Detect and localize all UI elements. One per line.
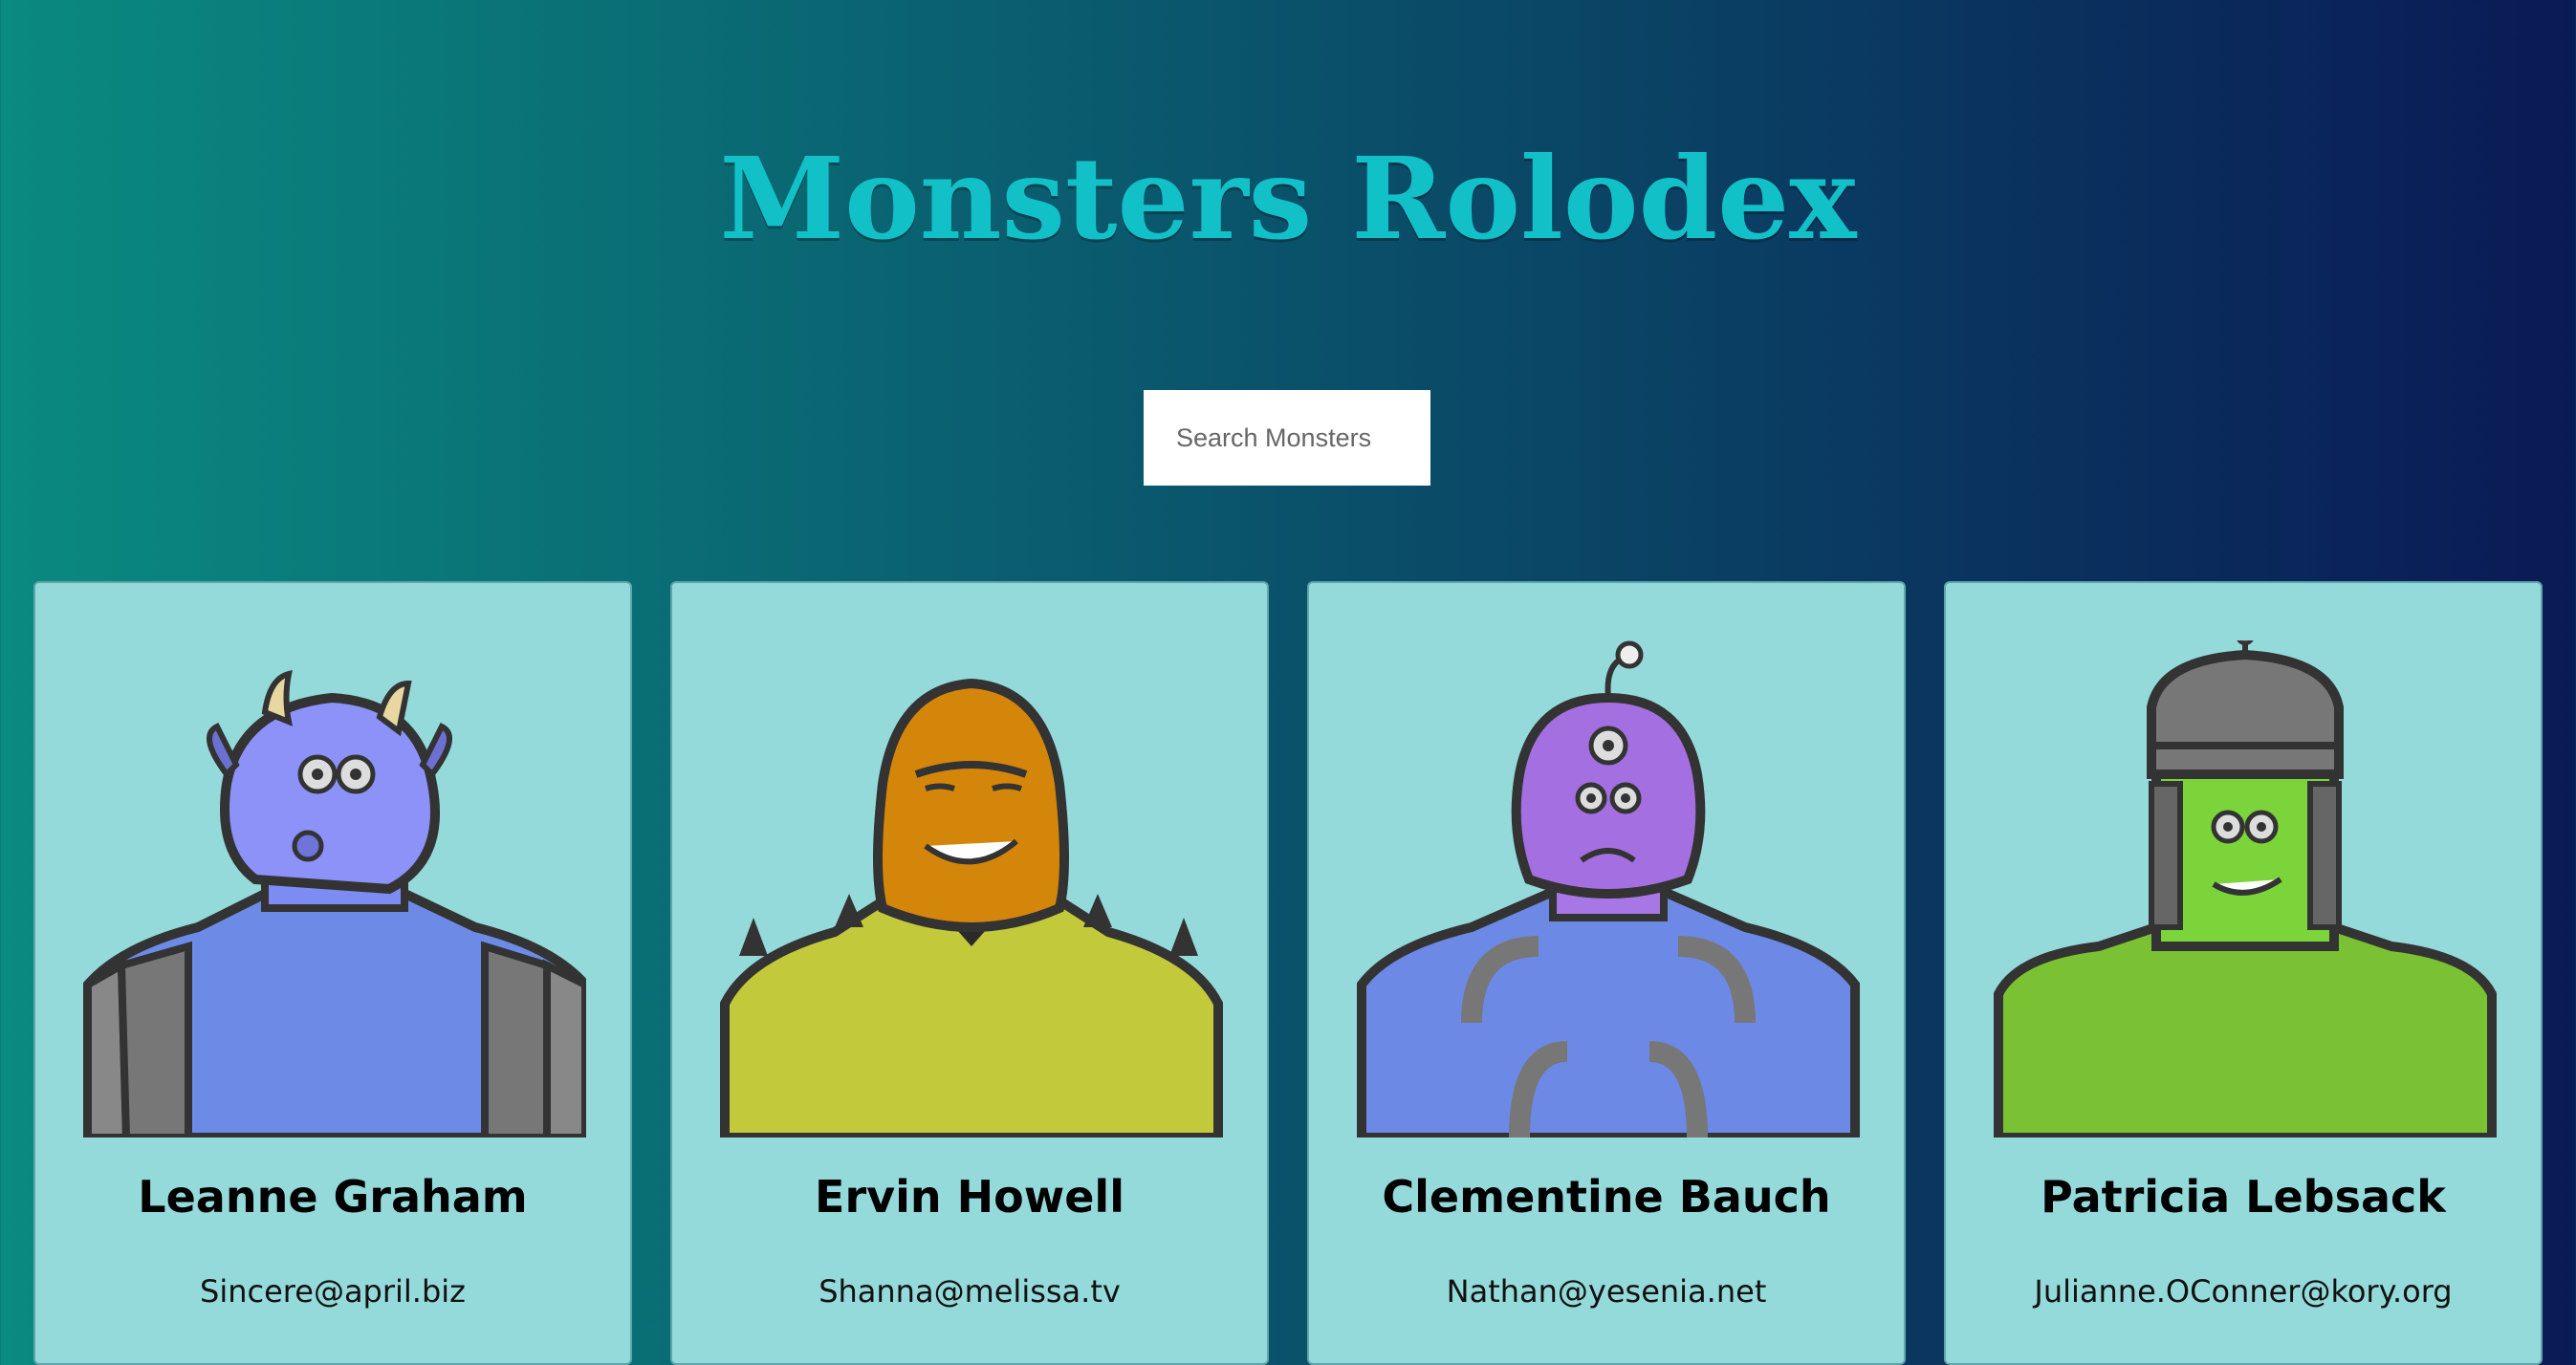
orange-spiky-monster-icon [720, 678, 1223, 1138]
horned-blue-monster-icon [83, 669, 586, 1138]
monster-card[interactable]: Ervin Howell Shanna@melissa.tv [670, 581, 1269, 1365]
monster-name: Leanne Graham [138, 1171, 528, 1223]
monster-name: Ervin Howell [815, 1171, 1124, 1223]
search-box [1144, 390, 1430, 486]
monster-name: Patricia Lebsack [2041, 1171, 2446, 1223]
monster-name: Clementine Bauch [1382, 1171, 1831, 1223]
monster-email: Sincere@april.biz [200, 1273, 466, 1310]
monster-card[interactable]: Clementine Bauch Nathan@yesenia.net [1307, 581, 1906, 1365]
monster-email: Shanna@melissa.tv [819, 1273, 1121, 1310]
monster-email: Nathan@yesenia.net [1446, 1273, 1767, 1310]
page-title: Monsters Rolodex [719, 132, 1857, 265]
monster-card[interactable]: Leanne Graham Sincere@april.biz [33, 581, 632, 1365]
purple-cyclops-robot-monster-icon [1357, 640, 1860, 1138]
green-helmet-monster-icon [1994, 640, 2497, 1138]
monster-email: Julianne.OConner@kory.org [2034, 1273, 2453, 1310]
card-list: Leanne Graham Sincere@april.biz Ervin Ho… [33, 581, 2543, 1365]
search-input[interactable] [1144, 390, 1430, 486]
monster-card[interactable]: Patricia Lebsack Julianne.OConner@kory.o… [1944, 581, 2543, 1365]
